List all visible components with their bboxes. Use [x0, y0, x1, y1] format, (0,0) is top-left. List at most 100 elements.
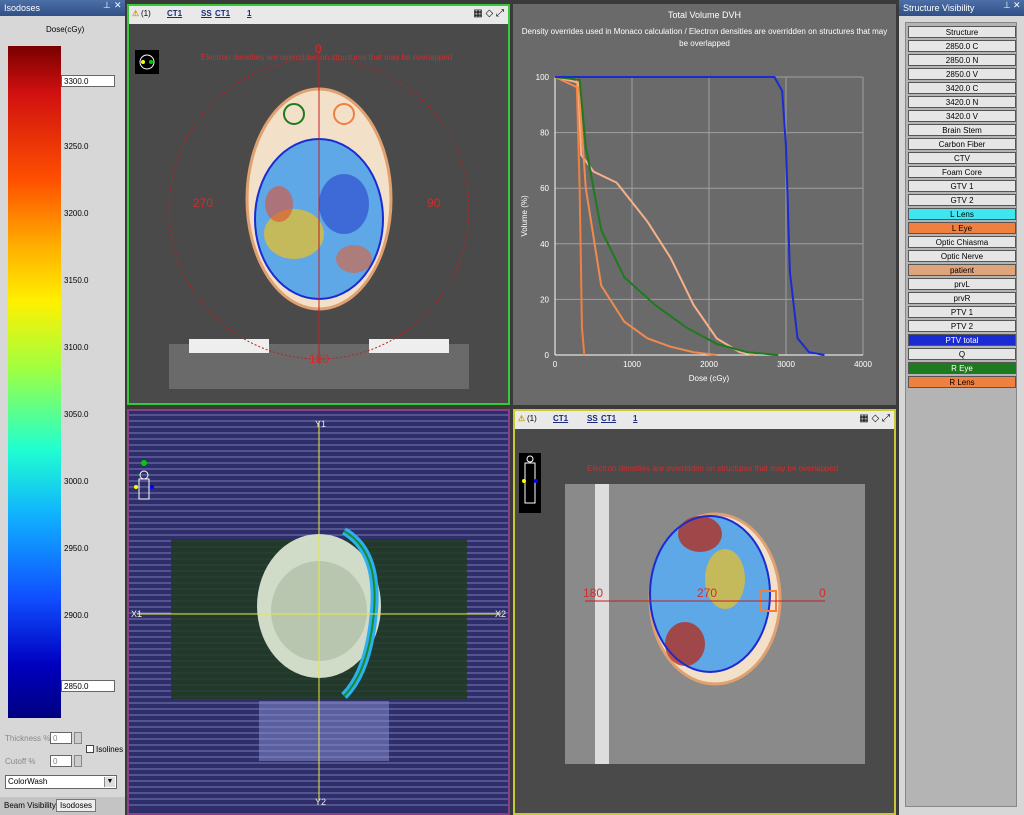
structure-item[interactable]: Optic Nerve — [908, 250, 1016, 262]
x-axis-label: Dose (cGy) — [689, 374, 730, 383]
structure-item[interactable]: L Lens — [908, 208, 1016, 220]
structure-item[interactable]: prvL — [908, 278, 1016, 290]
y-tick-label: 40 — [540, 240, 549, 249]
label-y2: Y2 — [315, 797, 327, 807]
structure-list: Structure 2850.0 C 2850.0 N 2850.0 V 3420.0… — [905, 22, 1017, 807]
structure-item[interactable]: 2850.0 V — [908, 68, 1016, 80]
dose-tick: 3200.0 — [64, 209, 89, 218]
structure-item[interactable]: 2850.0 C — [908, 40, 1016, 52]
y-tick-label: 60 — [540, 184, 549, 193]
x-tick-label: 3000 — [777, 360, 795, 369]
structure-item[interactable]: patient — [908, 264, 1016, 276]
axial-toolbar: ⚠ (1) CT1 SS CT1 1 ▦ ◇ ⤢ — [129, 6, 508, 24]
x-tick-label: 0 — [553, 360, 558, 369]
view-tools-icons[interactable]: ▦ ◇ ⤢ — [859, 413, 890, 424]
ss-link[interactable]: SS — [201, 9, 212, 18]
ct-link[interactable]: CT1 — [167, 9, 182, 18]
coronal-image — [129, 411, 508, 813]
dose-tick: 3000.0 — [64, 477, 89, 486]
display-mode-select[interactable]: ColorWash ▼ — [5, 775, 117, 789]
structure-item[interactable]: 3420.0 N — [908, 96, 1016, 108]
x-tick-label: 4000 — [854, 360, 872, 369]
structure-item[interactable]: PTV total — [908, 334, 1016, 346]
structure-item[interactable]: R Eye — [908, 362, 1016, 374]
close-icon[interactable]: ✕ — [1013, 0, 1021, 11]
y-tick-label: 80 — [540, 129, 549, 138]
angle-center: 270 — [697, 586, 718, 600]
isolines-label: Isolines — [96, 745, 124, 754]
dose-tick: 2950.0 — [64, 544, 89, 553]
dvh-panel: Total Volume DVH Density overrides used … — [513, 4, 896, 405]
sagittal-toolbar: ⚠ (1) CT1 SS CT1 1 ▦ ◇ ⤢ — [515, 411, 894, 429]
structure-item[interactable]: 2850.0 N — [908, 54, 1016, 66]
dose-colorbar — [8, 46, 61, 718]
dose-tick: 3150.0 — [64, 276, 89, 285]
dose-tick: 3250.0 — [64, 142, 89, 151]
sagittal-warning: Electron densities are overridden on str… — [587, 464, 839, 473]
structure-item[interactable]: R Lens — [908, 376, 1016, 388]
x-tick-label: 2000 — [700, 360, 718, 369]
ss-ct-link[interactable]: CT1 — [601, 414, 616, 423]
y-tick-label: 100 — [536, 73, 550, 82]
cutoff-input[interactable]: 0 — [50, 755, 72, 767]
label-x2: X2 — [495, 609, 507, 619]
dose-scale-label: Dose(cGy) — [46, 25, 85, 34]
angle-right: 90 — [427, 196, 441, 210]
structure-header: Structure — [908, 26, 1016, 38]
dose-tick: 3050.0 — [64, 410, 89, 419]
body-orientation-icon — [519, 453, 541, 513]
structure-item[interactable]: L Eye — [908, 222, 1016, 234]
thickness-spinner[interactable] — [74, 732, 82, 744]
structure-item[interactable]: 3420.0 V — [908, 110, 1016, 122]
tab-beam-visibility[interactable]: Beam Visibility — [4, 801, 56, 810]
dvh-series-line — [554, 76, 779, 356]
close-icon[interactable]: ✕ — [114, 0, 122, 11]
tab-isodoses[interactable]: Isodoses — [56, 799, 97, 812]
axial-image — [129, 24, 508, 403]
lower-dose-input[interactable]: 2850.0 — [61, 680, 115, 692]
pin-icon[interactable]: ⊥ — [103, 0, 111, 11]
structure-item[interactable]: PTV 2 — [908, 320, 1016, 332]
structure-item[interactable]: Brain Stem — [908, 124, 1016, 136]
y-axis-label: Volume (%) — [520, 195, 529, 237]
sagittal-view[interactable]: ⚠ (1) CT1 SS CT1 1 ▦ ◇ ⤢ Electron densit… — [513, 409, 896, 815]
cutoff-spinner[interactable] — [74, 755, 82, 767]
cutoff-label: Cutoff % — [5, 757, 36, 766]
isolines-checkbox[interactable] — [86, 745, 94, 753]
sagittal-image — [515, 429, 894, 813]
dose-tick: 2900.0 — [64, 611, 89, 620]
structure-item[interactable]: GTV 2 — [908, 194, 1016, 206]
structure-visibility-panel: Structure Visibility ⊥ ✕ Structure 2850.… — [899, 0, 1024, 815]
thickness-input[interactable]: 0 — [50, 732, 72, 744]
plan-link[interactable]: 1 — [247, 9, 251, 18]
orientation-icon — [135, 50, 159, 74]
upper-dose-input[interactable]: 3300.0 — [61, 75, 115, 87]
ss-ct-link[interactable]: CT1 — [215, 9, 230, 18]
body-orientation-icon — [134, 460, 154, 500]
structure-item[interactable]: Carbon Fiber — [908, 138, 1016, 150]
axial-view[interactable]: ⚠ (1) CT1 SS CT1 1 ▦ ◇ ⤢ Electron densit… — [127, 4, 510, 405]
y-tick-label: 20 — [540, 295, 549, 304]
structure-item[interactable]: CTV — [908, 152, 1016, 164]
thickness-label: Thickness % — [5, 734, 51, 743]
structure-item[interactable]: prvR — [908, 292, 1016, 304]
warning-icon: ⚠ — [518, 414, 526, 423]
plan-link[interactable]: 1 — [633, 414, 637, 423]
ss-link[interactable]: SS — [587, 414, 598, 423]
structure-item[interactable]: Q — [908, 348, 1016, 360]
coronal-view[interactable]: Y1 Y2 X1 X2 — [127, 409, 510, 815]
view-tools-icons[interactable]: ▦ ◇ ⤢ — [473, 8, 504, 19]
pin-icon[interactable]: ⊥ — [1003, 0, 1011, 11]
chevron-down-icon[interactable]: ▼ — [104, 777, 115, 787]
structure-item[interactable]: GTV 1 — [908, 180, 1016, 192]
dvh-chart: 0 1000 2000 3000 4000 0 20 40 60 80 100 Dose (cGy) V… — [520, 73, 872, 383]
structure-item[interactable]: PTV 1 — [908, 306, 1016, 318]
structure-item[interactable]: 3420.0 C — [908, 82, 1016, 94]
x-tick-label: 1000 — [623, 360, 641, 369]
structure-item[interactable]: Optic Chiasma — [908, 236, 1016, 248]
view-index: (1) — [141, 9, 151, 18]
structure-item[interactable]: Foam Core — [908, 166, 1016, 178]
view-index: (1) — [527, 414, 537, 423]
ct-link[interactable]: CT1 — [553, 414, 568, 423]
angle-left: 270 — [193, 196, 214, 210]
